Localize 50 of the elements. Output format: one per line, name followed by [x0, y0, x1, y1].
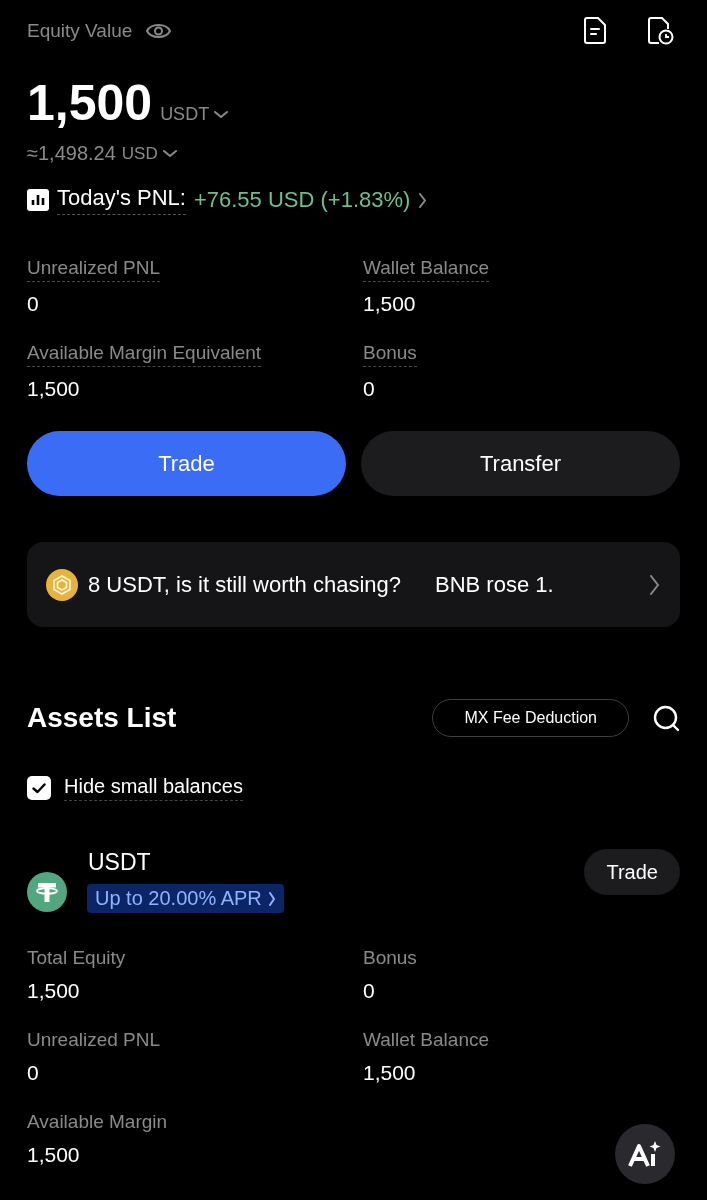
trade-button[interactable]: Trade: [584, 849, 680, 895]
stat-value: 1,500: [27, 377, 80, 401]
caret-icon: [214, 110, 229, 119]
apr-badge[interactable]: Up to 20.00% APR: [87, 884, 284, 913]
pnl-value: +76.55 USD (+1.83%): [193, 187, 411, 213]
check-icon: [32, 782, 46, 794]
equity-amount: 1,500: [27, 78, 153, 128]
document-icon[interactable]: [584, 17, 606, 44]
currency-selector[interactable]: USDT: [160, 104, 229, 125]
chevron-right-icon: [267, 891, 276, 906]
stat-label: Available Margin Equivalent: [27, 342, 262, 367]
approx-value: ≈1,498.24: [27, 142, 116, 165]
news-headline[interactable]: 8 USDT, is it still worth chasing?: [88, 571, 401, 598]
stat-value: 1,500: [363, 1061, 416, 1085]
coin-icon: [27, 872, 67, 912]
stat-label: Bonus: [363, 947, 417, 969]
stat-label: Available Margin: [27, 1111, 168, 1133]
checkbox[interactable]: [27, 776, 51, 800]
stat-value: 0: [363, 377, 375, 401]
asset-symbol: USDT: [88, 849, 151, 876]
search-icon[interactable]: [653, 704, 680, 732]
stat-value: 1,500: [27, 1143, 80, 1167]
pnl-label[interactable]: Today's PNL:: [57, 185, 186, 215]
stat-value: 0: [363, 979, 375, 1003]
stat-label: Wallet Balance: [363, 1029, 490, 1051]
document-clock-icon[interactable]: [648, 17, 674, 45]
stat-label: Bonus: [363, 342, 417, 367]
fee-deduction-button[interactable]: MX Fee Deduction: [432, 699, 629, 737]
coin-icon: [46, 568, 78, 601]
checkbox-label[interactable]: Hide small balances: [64, 775, 243, 801]
stat-label: Unrealized PNL: [27, 1029, 161, 1051]
transfer-button[interactable]: Transfer: [361, 431, 680, 496]
currency-selector[interactable]: USD: [121, 143, 177, 164]
stat-label: Total Equity: [27, 947, 126, 969]
bar-chart-icon: [27, 189, 49, 211]
equity-title: Equity Value: [27, 20, 133, 42]
stat-value: 1,500: [27, 979, 80, 1003]
eye-icon[interactable]: [146, 22, 172, 40]
stat-value: 0: [27, 292, 39, 316]
news-headline[interactable]: BNB rose 1.: [435, 571, 554, 598]
chevron-right-icon: [418, 192, 428, 208]
stat-value: 1,500: [363, 292, 416, 316]
stat-value: 0: [27, 1061, 39, 1085]
stat-label: Wallet Balance: [363, 257, 490, 282]
section-title: Assets List: [27, 702, 178, 734]
trade-button[interactable]: Trade: [27, 431, 346, 496]
chevron-right-icon: [649, 574, 660, 595]
caret-icon: [162, 149, 177, 158]
ai-sparkle-icon[interactable]: [628, 1140, 662, 1168]
stat-label: Unrealized PNL: [27, 257, 161, 282]
